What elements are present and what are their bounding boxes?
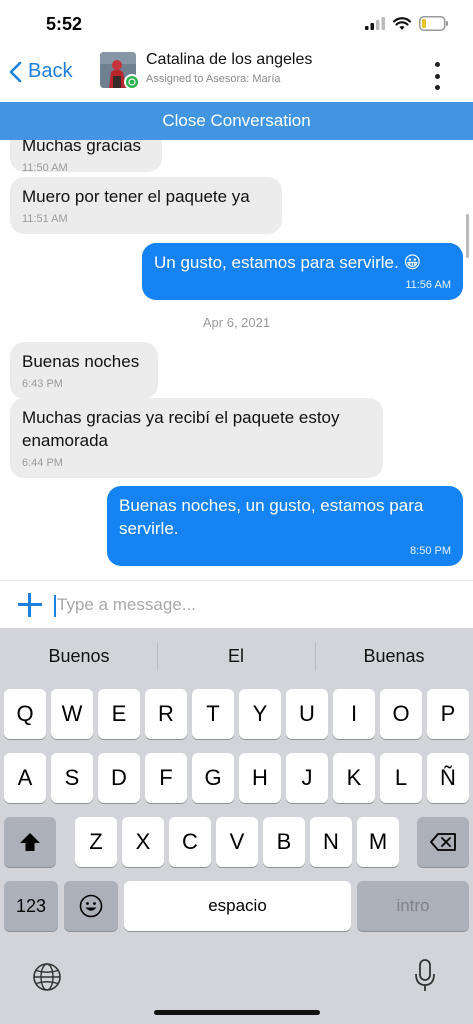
whatsapp-icon <box>124 74 140 90</box>
status-time: 5:52 <box>46 14 83 34</box>
key-w[interactable]: W <box>51 689 93 739</box>
key-j[interactable]: J <box>286 753 328 803</box>
scrollbar[interactable] <box>466 214 469 258</box>
key-z[interactable]: Z <box>75 817 117 867</box>
wifi-icon <box>393 16 411 30</box>
cellular-signal-icon <box>365 17 385 30</box>
message-time: 6:44 PM <box>22 457 63 469</box>
suggestion-bar: Buenos El Buenas <box>0 628 473 686</box>
key-s[interactable]: S <box>51 753 93 803</box>
shift-key[interactable] <box>4 817 56 867</box>
suggestion-item[interactable]: Buenas <box>319 646 469 667</box>
key-p[interactable]: P <box>427 689 469 739</box>
space-key[interactable]: espacio <box>124 881 351 931</box>
message-text: Muchas gracias ya recibí el paquete esto… <box>22 408 340 450</box>
message-composer <box>0 580 473 628</box>
key-k[interactable]: K <box>333 753 375 803</box>
plus-icon[interactable] <box>18 593 42 617</box>
suggestion-item[interactable]: El <box>161 646 311 667</box>
key-c[interactable]: C <box>169 817 211 867</box>
suggestion-divider <box>315 643 316 671</box>
key-v[interactable]: V <box>216 817 258 867</box>
key-n[interactable]: N <box>310 817 352 867</box>
assigned-agent-label: Assigned to Asesora: María <box>146 73 281 85</box>
key-q[interactable]: Q <box>4 689 46 739</box>
key-b[interactable]: B <box>263 817 305 867</box>
back-label: Back <box>28 60 73 82</box>
globe-icon[interactable] <box>32 962 62 997</box>
message-text: Muchas gracias <box>22 140 142 155</box>
message-time: 6:43 PM <box>22 378 63 390</box>
date-separator: Apr 6, 2021 <box>202 315 271 330</box>
chevron-left-icon <box>9 61 22 82</box>
message-text: Buenas noches <box>22 352 140 371</box>
battery-icon <box>419 16 448 31</box>
message-time: 8:50 PM <box>410 545 451 557</box>
message-bubble-incoming[interactable]: Muchas gracias ya recibí el paquete esto… <box>10 398 383 478</box>
key-h[interactable]: H <box>239 753 281 803</box>
key-i[interactable]: I <box>333 689 375 739</box>
contact-name[interactable]: Catalina de los angeles <box>146 51 312 69</box>
key-x[interactable]: X <box>122 817 164 867</box>
message-bubble-outgoing[interactable]: Buenas noches, un gusto, estamos para se… <box>107 486 463 566</box>
back-button[interactable]: Back <box>8 60 72 83</box>
key-u[interactable]: U <box>286 689 328 739</box>
status-icons <box>365 16 449 31</box>
message-list[interactable]: Muchas gracias 11:50 AM Muero por tener … <box>0 140 473 580</box>
key-d[interactable]: D <box>98 753 140 803</box>
emoji-icon <box>79 894 103 918</box>
message-bubble-incoming[interactable]: Muchas gracias 11:50 AM <box>10 140 162 174</box>
microphone-icon[interactable] <box>414 958 436 999</box>
key-y[interactable]: Y <box>239 689 281 739</box>
message-time: 11:51 AM <box>22 213 68 225</box>
key-e[interactable]: E <box>98 689 140 739</box>
message-text: Un gusto, estamos para servirle. 😀 <box>154 253 422 272</box>
numbers-key[interactable]: 123 <box>4 881 58 931</box>
shift-icon <box>20 833 40 851</box>
message-bubble-outgoing[interactable]: Un gusto, estamos para servirle. 😀 11:56… <box>142 243 463 300</box>
key-l[interactable]: L <box>380 753 422 803</box>
key-t[interactable]: T <box>192 689 234 739</box>
message-bubble-incoming[interactable]: Buenas noches 6:43 PM <box>10 342 158 399</box>
kebab-menu-icon[interactable] <box>431 62 443 90</box>
message-input[interactable] <box>57 590 437 620</box>
key-enye[interactable]: Ñ <box>427 753 469 803</box>
key-o[interactable]: O <box>380 689 422 739</box>
emoji-key[interactable] <box>64 881 118 931</box>
close-conversation-button[interactable]: Close Conversation <box>0 102 473 140</box>
suggestion-divider <box>157 643 158 671</box>
message-bubble-incoming[interactable]: Muero por tener el paquete ya 11:51 AM <box>10 177 282 234</box>
message-text: Buenas noches, un gusto, estamos para se… <box>119 496 424 538</box>
key-r[interactable]: R <box>145 689 187 739</box>
chat-header: Back Catalina de los angeles Assigned to… <box>0 44 473 102</box>
message-time: 11:50 AM <box>22 162 68 174</box>
keyboard: Buenos El Buenas Q W E R T Y U I O P A S… <box>0 628 473 1024</box>
key-a[interactable]: A <box>4 753 46 803</box>
key-m[interactable]: M <box>357 817 399 867</box>
message-text: Muero por tener el paquete ya <box>22 187 250 206</box>
message-time: 11:56 AM <box>405 279 451 291</box>
text-cursor <box>54 595 56 617</box>
key-f[interactable]: F <box>145 753 187 803</box>
status-bar: 5:52 <box>0 0 473 48</box>
backspace-icon <box>430 833 456 851</box>
home-indicator[interactable] <box>154 1010 320 1015</box>
suggestion-item[interactable]: Buenos <box>4 646 154 667</box>
delete-key[interactable] <box>417 817 469 867</box>
return-key[interactable]: intro <box>357 881 469 931</box>
key-g[interactable]: G <box>192 753 234 803</box>
